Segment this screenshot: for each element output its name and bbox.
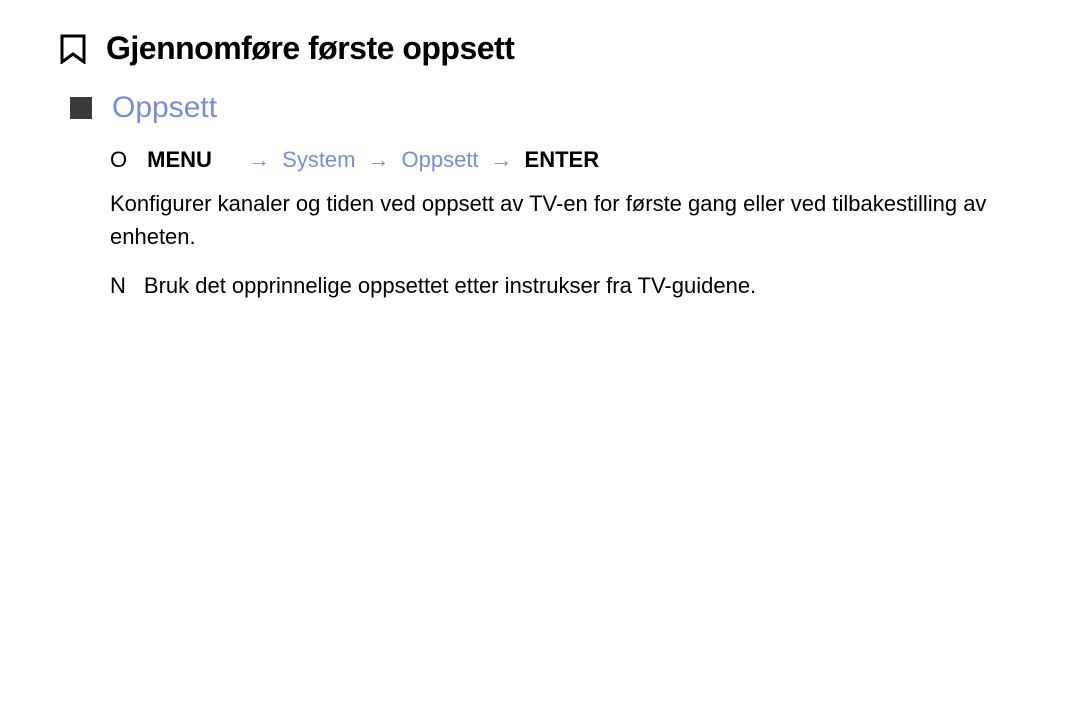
description-text: Konfigurer kanaler og tiden ved oppsett … — [110, 187, 1020, 253]
bookmark-icon — [60, 34, 86, 64]
arrow-icon: → — [491, 147, 513, 173]
title-row: Gjennomføre første oppsett — [60, 30, 1020, 67]
path-system: System — [282, 147, 355, 173]
path-marker-o: O — [110, 147, 127, 173]
note-marker: N — [110, 269, 126, 302]
path-enter: ENTER — [525, 147, 600, 173]
path-oppsett: Oppsett — [402, 147, 479, 173]
page-title: Gjennomføre første oppsett — [106, 30, 514, 67]
menu-path: O MENU → System → Oppsett → ENTER — [110, 147, 1020, 173]
arrow-icon: → — [248, 147, 270, 173]
square-bullet-icon — [70, 97, 92, 119]
note-row: N Bruk det opprinnelige oppsettet etter … — [110, 269, 1020, 302]
section-row: Oppsett — [70, 91, 1020, 125]
arrow-icon: → — [368, 147, 390, 173]
note-text: Bruk det opprinnelige oppsettet etter in… — [144, 269, 756, 302]
section-heading: Oppsett — [112, 91, 217, 125]
path-menu: MENU — [147, 147, 212, 173]
